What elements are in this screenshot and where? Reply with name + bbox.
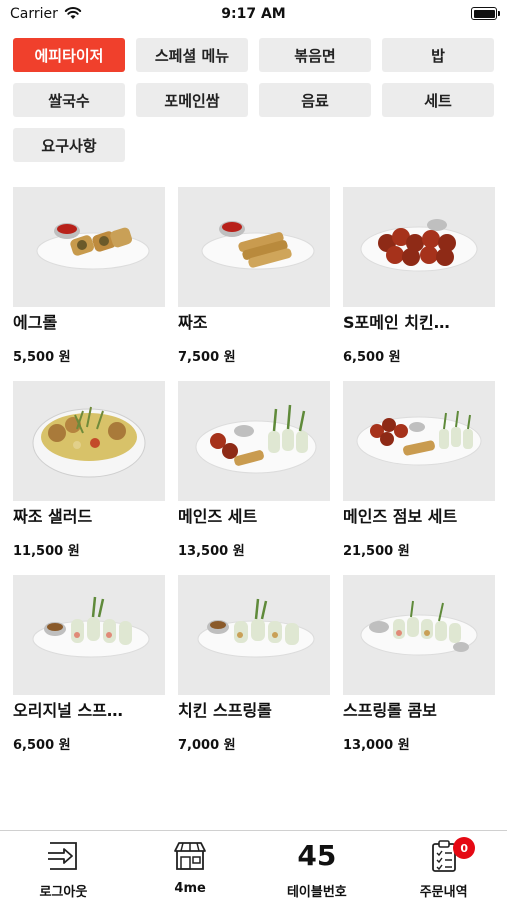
tab-orders[interactable]: 0 주문내역 — [380, 831, 507, 900]
table-number: 45 — [297, 839, 337, 872]
category-button-drinks[interactable]: 음료 — [259, 83, 371, 117]
egg-roll-photo — [13, 187, 165, 307]
category-button-fried-noodles[interactable]: 볶음면 — [259, 38, 371, 72]
product-price: 13,500 원 — [178, 544, 245, 559]
category-grid: 에피타이저 스페셜 메뉴 볶음면 밥 쌀국수 포메인쌈 음료 세트 요구사항 — [13, 38, 495, 162]
category-button-special-menu[interactable]: 스페셜 메뉴 — [136, 38, 248, 72]
product-card-original-spring-roll[interactable]: 오리지널 스프… 6,500 원 — [13, 575, 165, 753]
product-price: 21,500 원 — [343, 544, 410, 559]
product-grid: 에그롤 5,500 원 짜조 7,500 원 S포메인 치킨… 6,500 원 … — [13, 187, 495, 753]
status-bar: Carrier 9:17 AM — [0, 0, 507, 28]
product-name: 스프링롤 콤보 — [343, 701, 437, 720]
product-name: 치킨 스프링롤 — [178, 701, 272, 720]
tab-label: 주문내역 — [419, 885, 468, 900]
salad-bowl-photo — [13, 381, 165, 501]
fried-spring-roll-photo — [178, 187, 330, 307]
product-card-mains-jumbo-set[interactable]: 메인즈 점보 세트 21,500 원 — [343, 381, 495, 559]
mains-set-photo — [178, 381, 330, 501]
product-price: 7,000 원 — [178, 738, 236, 753]
logout-icon — [45, 839, 81, 873]
chicken-spring-roll-photo — [178, 575, 330, 695]
product-price: 7,500 원 — [178, 350, 236, 365]
battery-icon — [471, 7, 500, 20]
category-button-rice[interactable]: 밥 — [382, 38, 494, 72]
product-name: 짜조 — [178, 313, 208, 332]
product-card-chicken[interactable]: S포메인 치킨… 6,500 원 — [343, 187, 495, 365]
product-card-egg-roll[interactable]: 에그롤 5,500 원 — [13, 187, 165, 365]
product-card-fried-spring-roll[interactable]: 짜조 7,500 원 — [178, 187, 330, 365]
tab-label: 4me — [174, 881, 206, 896]
product-name: S포메인 치킨… — [343, 313, 450, 332]
store-icon — [172, 839, 208, 873]
mains-jumbo-set-photo — [343, 381, 495, 501]
product-name: 메인즈 점보 세트 — [343, 507, 458, 526]
spring-roll-combo-photo — [343, 575, 495, 695]
tab-store[interactable]: 4me — [127, 831, 254, 900]
original-spring-roll-photo — [13, 575, 165, 695]
product-price: 6,500 원 — [13, 738, 71, 753]
product-price: 11,500 원 — [13, 544, 80, 559]
product-name: 오리지널 스프… — [13, 701, 123, 720]
product-card-salad[interactable]: 짜조 샐러드 11,500 원 — [13, 381, 165, 559]
product-name: 에그롤 — [13, 313, 58, 332]
tab-label: 로그아웃 — [39, 885, 88, 900]
tab-label: 테이블번호 — [286, 885, 347, 900]
bottom-tab-bar: 로그아웃 4me 45 테이블번호 0 주문내역 — [0, 830, 507, 900]
tab-logout[interactable]: 로그아웃 — [0, 831, 127, 900]
category-button-appetizer[interactable]: 에피타이저 — [13, 38, 125, 72]
product-card-spring-roll-combo[interactable]: 스프링롤 콤보 13,000 원 — [343, 575, 495, 753]
product-card-mains-set[interactable]: 메인즈 세트 13,500 원 — [178, 381, 330, 559]
category-button-set[interactable]: 세트 — [382, 83, 494, 117]
product-card-chicken-spring-roll[interactable]: 치킨 스프링롤 7,000 원 — [178, 575, 330, 753]
category-button-requests[interactable]: 요구사항 — [13, 128, 125, 162]
product-price: 13,000 원 — [343, 738, 410, 753]
product-price: 6,500 원 — [343, 350, 401, 365]
category-button-pomein-wrap[interactable]: 포메인쌈 — [136, 83, 248, 117]
product-name: 메인즈 세트 — [178, 507, 258, 526]
fried-chicken-photo — [343, 187, 495, 307]
product-price: 5,500 원 — [13, 350, 71, 365]
category-button-pho[interactable]: 쌀국수 — [13, 83, 125, 117]
tab-table-number[interactable]: 45 테이블번호 — [254, 831, 381, 900]
product-name: 짜조 샐러드 — [13, 507, 93, 526]
clock: 9:17 AM — [221, 6, 286, 22]
order-count-badge: 0 — [453, 837, 476, 859]
